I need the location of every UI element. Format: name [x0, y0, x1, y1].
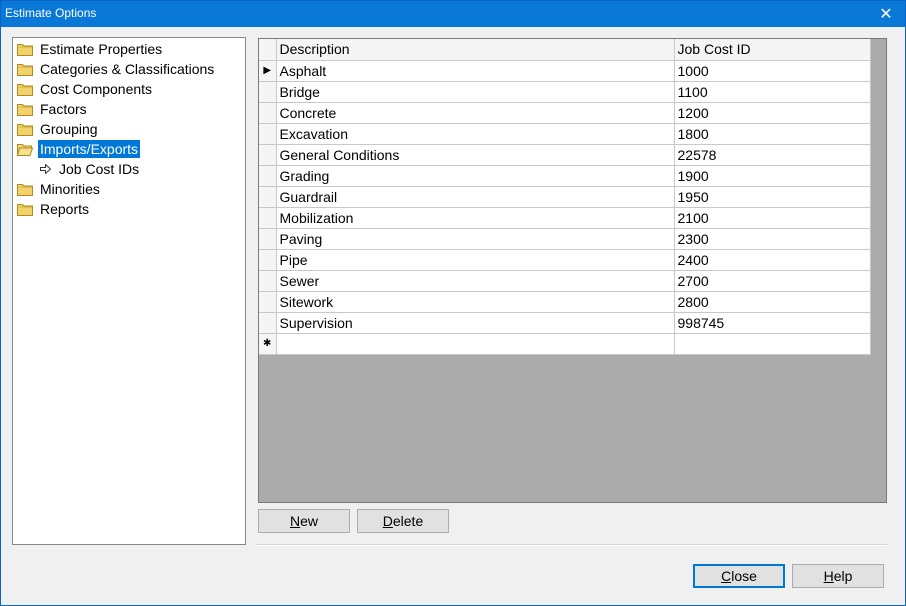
- column-header-description[interactable]: Description: [275, 39, 675, 61]
- cell-job-cost-id[interactable]: 998745: [673, 311, 871, 334]
- cell-job-cost-id[interactable]: 1100: [673, 80, 871, 103]
- cell-description[interactable]: Concrete: [275, 101, 675, 124]
- close-button[interactable]: Close: [693, 564, 785, 588]
- row-header[interactable]: [259, 185, 277, 208]
- table-row[interactable]: Excavation 1800: [259, 122, 871, 145]
- cell-description[interactable]: Sitework: [275, 290, 675, 313]
- tree-item-reports[interactable]: Reports: [17, 199, 91, 219]
- cell-job-cost-id[interactable]: 1950: [673, 185, 871, 208]
- column-header-job-cost-id[interactable]: Job Cost ID: [673, 39, 871, 61]
- folder-icon: [17, 63, 33, 76]
- folder-icon: [17, 183, 33, 196]
- cell-description[interactable]: Pipe: [275, 248, 675, 271]
- folder-icon: [17, 83, 33, 96]
- cell-job-cost-id[interactable]: 1800: [673, 122, 871, 145]
- tree-item-label: Minorities: [40, 181, 100, 197]
- row-header[interactable]: [259, 143, 277, 166]
- table-row[interactable]: Concrete 1200: [259, 101, 871, 124]
- tree-item-label: Grouping: [40, 121, 98, 137]
- row-header[interactable]: [259, 206, 277, 229]
- cell-description[interactable]: Grading: [275, 164, 675, 187]
- table-row[interactable]: Mobilization 2100: [259, 206, 871, 229]
- cell-description[interactable]: Mobilization: [275, 206, 675, 229]
- tree-item-job-cost-ids[interactable]: Job Cost IDs: [39, 159, 141, 179]
- close-window-icon[interactable]: ✕: [871, 1, 901, 27]
- folder-icon: [17, 43, 33, 56]
- folder-icon: [17, 203, 33, 216]
- delete-button[interactable]: Delete: [357, 509, 449, 533]
- cell-description[interactable]: Supervision: [275, 311, 675, 334]
- folder-icon: [17, 123, 33, 136]
- table-row[interactable]: Sewer 2700: [259, 269, 871, 292]
- folder-open-icon: [17, 143, 33, 156]
- tree-item-categories-classifications[interactable]: Categories & Classifications: [17, 59, 216, 79]
- tree-item-label: Reports: [40, 201, 90, 217]
- tree-item-label: Cost Components: [40, 81, 153, 97]
- cell-job-cost-id[interactable]: 2800: [673, 290, 871, 313]
- tree-item-cost-components[interactable]: Cost Components: [17, 79, 154, 99]
- row-header[interactable]: [259, 164, 277, 187]
- tree-item-label: Job Cost IDs: [59, 161, 140, 177]
- cell-description[interactable]: Asphalt: [275, 59, 675, 82]
- cell-job-cost-id[interactable]: 1200: [673, 101, 871, 124]
- title-bar: Estimate Options ✕: [1, 1, 905, 27]
- table-row[interactable]: ▶ Asphalt 1000: [259, 59, 871, 82]
- estimate-options-window: Estimate Options ✕ Estimate Properties Ca…: [0, 0, 906, 606]
- tree-item-imports-exports[interactable]: Imports/Exports: [17, 139, 141, 159]
- row-header[interactable]: [259, 311, 277, 334]
- cell-job-cost-id[interactable]: 2300: [673, 227, 871, 250]
- tree-item-label: Categories & Classifications: [40, 61, 215, 77]
- cell-description[interactable]: Guardrail: [275, 185, 675, 208]
- tree-item-minorities[interactable]: Minorities: [17, 179, 102, 199]
- grid-header-row: Description Job Cost ID: [259, 39, 871, 61]
- job-cost-grid[interactable]: Description Job Cost ID ▶ Asphalt 1000 Brid…: [258, 38, 887, 503]
- table-row[interactable]: Pipe 2400: [259, 248, 871, 271]
- tree-item-label: Imports/Exports: [38, 140, 141, 158]
- cell-description[interactable]: Excavation: [275, 122, 675, 145]
- cell-job-cost-id[interactable]: 2700: [673, 269, 871, 292]
- table-row[interactable]: Sitework 2800: [259, 290, 871, 313]
- new-cell-job-cost-id[interactable]: [673, 332, 871, 355]
- divider: [256, 544, 887, 546]
- cell-job-cost-id[interactable]: 2100: [673, 206, 871, 229]
- tree-item-factors[interactable]: Factors: [17, 99, 89, 119]
- arrow-icon: [39, 163, 51, 175]
- table-row[interactable]: Bridge 1100: [259, 80, 871, 103]
- row-header[interactable]: [259, 269, 277, 292]
- table-row[interactable]: General Conditions 22578: [259, 143, 871, 166]
- window-title: Estimate Options: [5, 6, 97, 20]
- cell-job-cost-id[interactable]: 2400: [673, 248, 871, 271]
- cell-description[interactable]: Sewer: [275, 269, 675, 292]
- cell-job-cost-id[interactable]: 1900: [673, 164, 871, 187]
- tree-item-label: Factors: [40, 101, 87, 117]
- row-header[interactable]: [259, 101, 277, 124]
- table-row[interactable]: Guardrail 1950: [259, 185, 871, 208]
- cell-description[interactable]: Paving: [275, 227, 675, 250]
- new-button[interactable]: New: [258, 509, 350, 533]
- cell-description[interactable]: Bridge: [275, 80, 675, 103]
- table-row[interactable]: Paving 2300: [259, 227, 871, 250]
- new-row[interactable]: ✱: [259, 332, 871, 355]
- row-header[interactable]: [259, 290, 277, 313]
- options-tree[interactable]: Estimate Properties Categories & Classifi…: [12, 37, 246, 545]
- row-header[interactable]: [259, 80, 277, 103]
- row-header[interactable]: [259, 248, 277, 271]
- tree-item-label: Estimate Properties: [40, 41, 163, 57]
- table-row[interactable]: Grading 1900: [259, 164, 871, 187]
- tree-item-estimate-properties[interactable]: Estimate Properties: [17, 39, 164, 59]
- cell-job-cost-id[interactable]: 1000: [673, 59, 871, 82]
- row-header-corner: [259, 39, 277, 61]
- cell-description[interactable]: General Conditions: [275, 143, 675, 166]
- row-header[interactable]: [259, 227, 277, 250]
- current-row-indicator-icon[interactable]: ▶: [259, 59, 277, 82]
- new-cell-description[interactable]: [275, 332, 675, 355]
- cell-job-cost-id[interactable]: 22578: [673, 143, 871, 166]
- folder-icon: [17, 103, 33, 116]
- tree-item-grouping[interactable]: Grouping: [17, 119, 100, 139]
- table-row[interactable]: Supervision 998745: [259, 311, 871, 334]
- row-header[interactable]: [259, 122, 277, 145]
- help-button[interactable]: Help: [792, 564, 884, 588]
- new-row-asterisk-icon[interactable]: ✱: [259, 332, 277, 355]
